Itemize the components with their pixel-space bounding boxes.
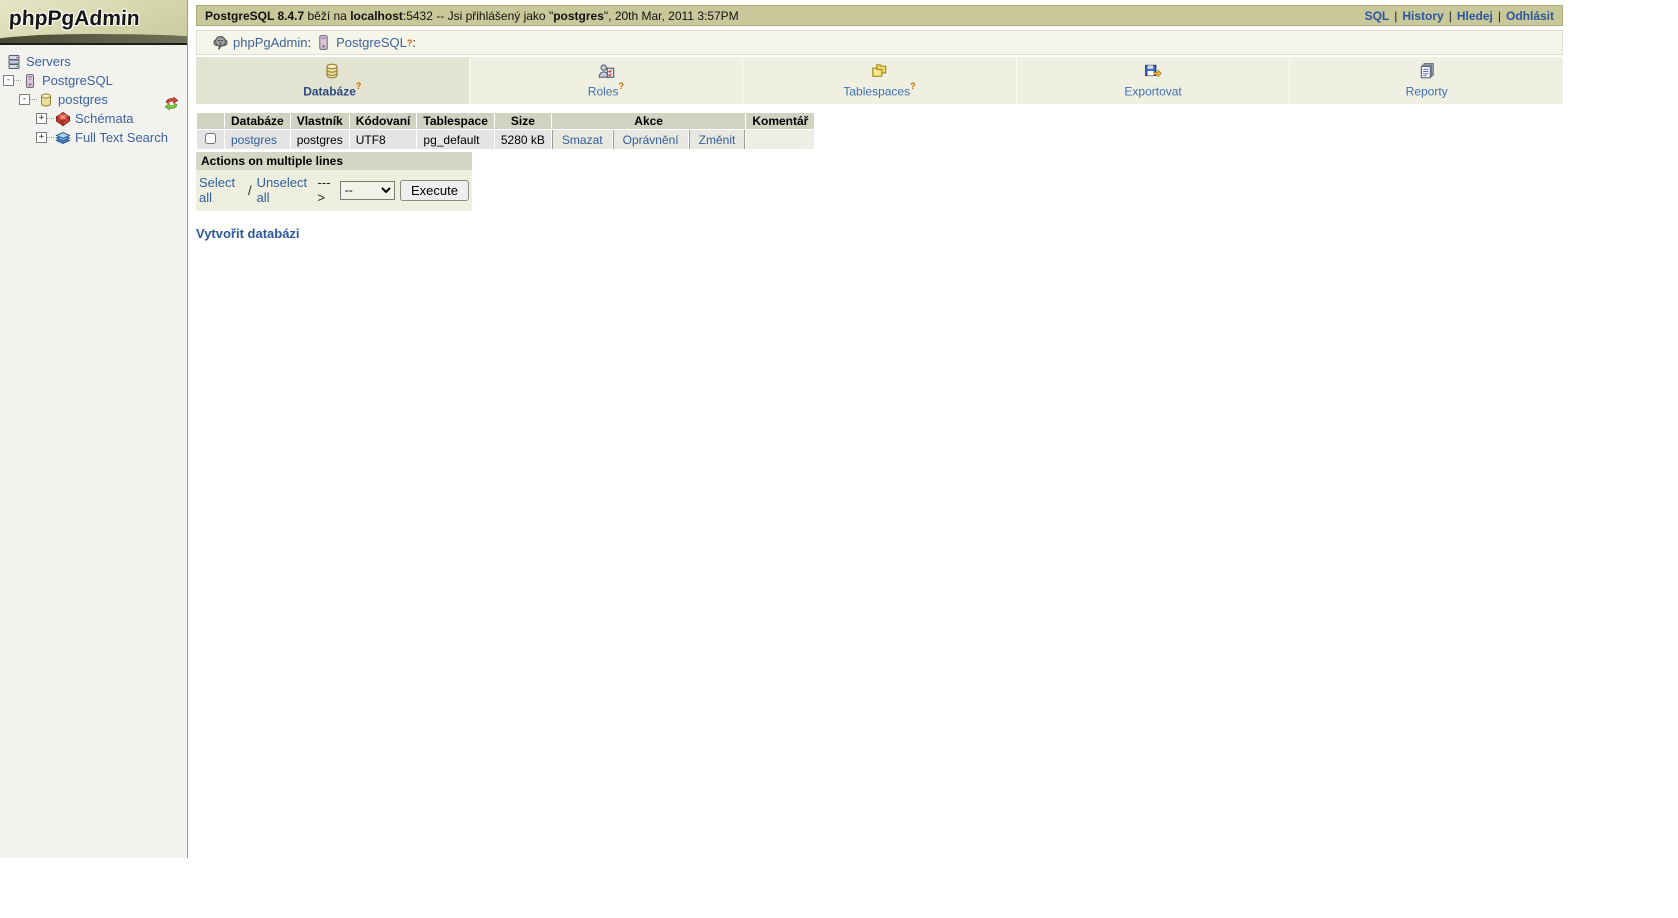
tree-connector [14, 80, 21, 81]
sidebar-item-postgresql[interactable]: - PostgreSQL [0, 71, 187, 90]
export-icon [1145, 64, 1162, 78]
header-database: Databáze [225, 113, 290, 130]
collapse-toggle[interactable]: - [3, 75, 14, 86]
breadcrumb: phpPgAdmin: PostgreSQL?: [196, 30, 1563, 55]
comment-cell [746, 130, 815, 150]
tab-tablespaces[interactable]: Tablespaces? [743, 57, 1017, 105]
row-checkbox[interactable] [205, 133, 216, 145]
roles-icon [598, 64, 615, 78]
sidebar-item-label[interactable]: PostgreSQL [42, 73, 113, 88]
tablespace-cell: pg_default [417, 130, 494, 150]
tree-connector [47, 118, 54, 119]
tab-bar: Databáze? Roles? Tablespaces? Exportovat… [196, 57, 1563, 105]
tab-reports[interactable]: Reporty [1290, 57, 1563, 105]
sidebar-item-label[interactable]: Servers [26, 54, 71, 69]
collapse-toggle[interactable]: - [19, 94, 30, 105]
server-icon [26, 73, 34, 88]
logo-text: phpPgAdmin [8, 7, 141, 30]
database-link[interactable]: postgres [231, 133, 277, 147]
sql-link[interactable]: SQL [1365, 9, 1390, 23]
main-content: PostgreSQL 8.4.7 běží na localhost:5432 … [196, 5, 1563, 243]
tab-label: Reporty [1405, 84, 1448, 99]
postgresql-link[interactable]: PostgreSQL [336, 35, 407, 50]
tablespaces-icon [872, 64, 887, 77]
find-link[interactable]: Hledej [1457, 9, 1493, 23]
server-version: PostgreSQL 8.4.7 [205, 8, 305, 23]
tab-databases[interactable]: Databáze? [196, 57, 470, 105]
header-encoding: Kódovaní [349, 113, 417, 130]
header-tablespace: Tablespace [417, 113, 494, 130]
fts-icon [55, 131, 71, 144]
schemas-icon [55, 111, 71, 126]
sidebar-item-schemas[interactable]: + Schémata [0, 109, 187, 128]
unselect-all-link[interactable]: Unselect all [257, 175, 313, 205]
table-header-row: Databáze Vlastník Kódovaní Tablespace Si… [197, 113, 815, 130]
header-actions: Akce [551, 113, 746, 130]
phppgadmin-link[interactable]: phpPgAdmin [233, 35, 307, 50]
privileges-link[interactable]: Oprávnění [623, 133, 679, 147]
header-size: Size [494, 113, 551, 130]
sidebar: phpPgAdmin Servers - PostgreSQL - postgr… [0, 0, 188, 858]
tree-connector [47, 137, 54, 138]
multi-actions-controls: Select all / Unselect all ---> -- Execut… [196, 170, 472, 212]
databases-table: Databáze Vlastník Kódovaní Tablespace Si… [196, 112, 815, 150]
multi-action-select[interactable]: -- [339, 180, 396, 200]
server-status-text: PostgreSQL 8.4.7 běží na localhost:5432 … [205, 8, 739, 23]
host-name: localhost [350, 8, 403, 23]
tab-label: Databáze [303, 84, 356, 99]
phppgadmin-page: phpPgAdmin Servers - PostgreSQL - postgr… [0, 0, 1678, 918]
multi-actions-title: Actions on multiple lines [196, 152, 472, 171]
tree-connector [30, 99, 37, 100]
reports-icon [1420, 63, 1434, 79]
elephant-icon [213, 36, 228, 50]
user-name: postgres [553, 8, 604, 23]
top-status-bar: PostgreSQL 8.4.7 běží na localhost:5432 … [196, 5, 1563, 26]
tab-roles[interactable]: Roles? [469, 57, 744, 105]
sidebar-item-label[interactable]: postgres [58, 92, 108, 107]
header-checkbox [197, 113, 224, 130]
sidebar-item-servers[interactable]: Servers [0, 52, 187, 71]
owner-cell: postgres [290, 130, 349, 150]
sidebar-item-full-text-search[interactable]: + Full Text Search [0, 128, 187, 147]
create-database-link[interactable]: Vytvořit databázi [196, 226, 300, 241]
phppgadmin-logo: phpPgAdmin [0, 0, 187, 45]
sidebar-item-label[interactable]: Schémata [75, 111, 134, 126]
arrow-text: ---> [317, 175, 331, 206]
refresh-icon[interactable] [163, 95, 180, 112]
tab-label: Roles [587, 84, 619, 99]
history-link[interactable]: History [1402, 9, 1443, 23]
execute-button[interactable]: Execute [400, 179, 469, 201]
server-icon [319, 35, 328, 50]
databases-icon [326, 63, 338, 79]
expand-toggle[interactable]: + [36, 113, 47, 124]
alter-database-link[interactable]: Změnit [699, 133, 736, 147]
sidebar-item-postgres-db[interactable]: - postgres [0, 90, 187, 109]
sidebar-item-label[interactable]: Full Text Search [75, 130, 168, 145]
tab-label: Exportovat [1124, 84, 1182, 99]
servers-icon [8, 54, 20, 69]
size-cell: 5280 kB [494, 130, 551, 150]
database-icon [41, 93, 51, 106]
expand-toggle[interactable]: + [36, 132, 47, 143]
select-all-link[interactable]: Select all [199, 175, 243, 205]
multi-actions-panel: Actions on multiple lines Select all / U… [196, 152, 472, 212]
header-comment: Komentář [746, 113, 815, 130]
table-row: postgres postgres UTF8 pg_default 5280 k… [197, 130, 815, 150]
topbar-links: SQL | History | Hledej | Odhlásit [1364, 8, 1554, 23]
tab-export[interactable]: Exportovat [1016, 57, 1291, 105]
drop-database-link[interactable]: Smazat [562, 133, 603, 147]
server-tree: Servers - PostgreSQL - postgres + Schéma… [0, 45, 187, 147]
header-owner: Vlastník [290, 113, 349, 130]
tab-label: Tablespaces [843, 84, 911, 99]
logout-link[interactable]: Odhlásit [1506, 9, 1554, 23]
encoding-cell: UTF8 [349, 130, 417, 150]
